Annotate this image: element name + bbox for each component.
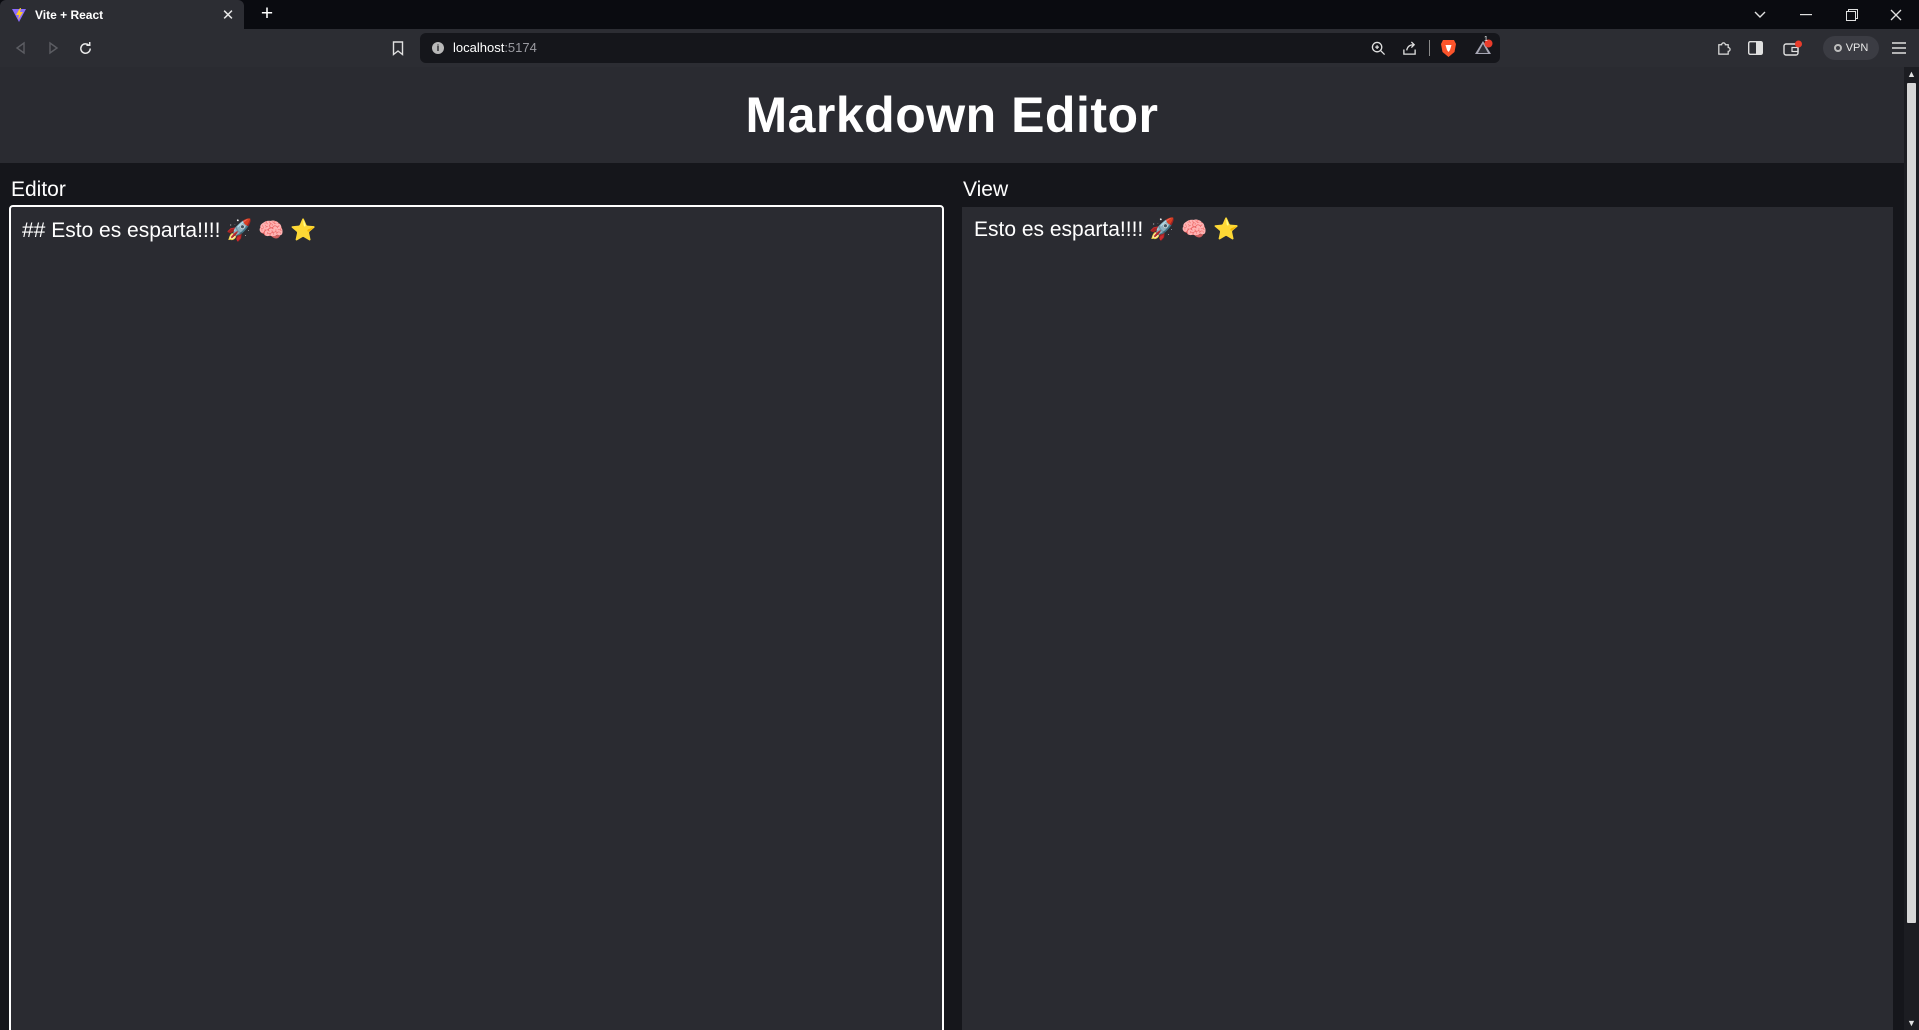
preview-text: Esto es esparta!!!! 🚀 🧠 ⭐ [974, 218, 1240, 241]
menu-icon[interactable] [1888, 37, 1910, 59]
back-button[interactable] [10, 37, 32, 59]
vpn-button[interactable]: VPN [1823, 36, 1879, 60]
share-icon[interactable] [1398, 37, 1420, 59]
url-text[interactable]: localhost:5174 [453, 40, 537, 55]
toolbar-divider [1429, 40, 1430, 56]
view-label: View [963, 178, 1009, 201]
bookmark-icon[interactable] [388, 37, 408, 59]
close-window-button[interactable] [1873, 0, 1919, 29]
tab-close-icon[interactable]: ✕ [216, 6, 240, 24]
notification-count: 1 [1484, 36, 1488, 43]
site-info-icon[interactable]: i [432, 42, 444, 54]
url-port: :5174 [504, 40, 537, 55]
browser-tab[interactable]: Vite + React ✕ [0, 0, 244, 29]
markdown-editor-textarea[interactable]: ## Esto es esparta!!!! 🚀 🧠 ⭐ [9, 205, 944, 1030]
vpn-status-icon [1833, 44, 1842, 52]
tab-title: Vite + React [35, 7, 104, 22]
vpn-label: VPN [1845, 42, 1869, 54]
restore-button[interactable] [1829, 0, 1875, 29]
url-host: localhost [453, 40, 505, 55]
sidebar-toggle-icon[interactable] [1744, 37, 1766, 59]
address-bar[interactable]: i localhost:5174 [420, 33, 1500, 63]
extensions-icon[interactable] [1712, 37, 1734, 59]
zoom-icon[interactable] [1367, 37, 1389, 59]
tab-list-chevron-icon[interactable] [1737, 0, 1783, 29]
scroll-up-icon[interactable]: ▲ [1904, 67, 1919, 81]
new-tab-button[interactable]: + [255, 3, 279, 25]
browser-toolbar: i localhost:5174 1 VPN [0, 29, 1919, 67]
app-header: Markdown Editor [0, 67, 1904, 163]
page-content: Markdown Editor Editor View ## Esto es e… [0, 67, 1904, 1030]
browser-titlebar: Vite + React ✕ + [0, 0, 1919, 29]
forward-button[interactable] [42, 37, 64, 59]
page-scrollbar[interactable]: ▲ ▼ [1904, 67, 1919, 1030]
markdown-preview: Esto es esparta!!!! 🚀 🧠 ⭐ [962, 207, 1893, 1030]
vite-logo-icon [12, 7, 26, 22]
editor-label: Editor [11, 178, 66, 201]
page-title: Markdown Editor [745, 87, 1159, 143]
minimize-button[interactable] [1783, 0, 1829, 29]
scroll-down-icon[interactable]: ▼ [1904, 1016, 1919, 1030]
wallet-icon[interactable] [1781, 37, 1805, 59]
brave-rewards-icon[interactable]: 1 [1471, 36, 1495, 60]
reload-icon[interactable] [74, 37, 96, 59]
scrollbar-thumb[interactable] [1907, 83, 1916, 923]
brave-shields-icon[interactable] [1437, 36, 1459, 60]
